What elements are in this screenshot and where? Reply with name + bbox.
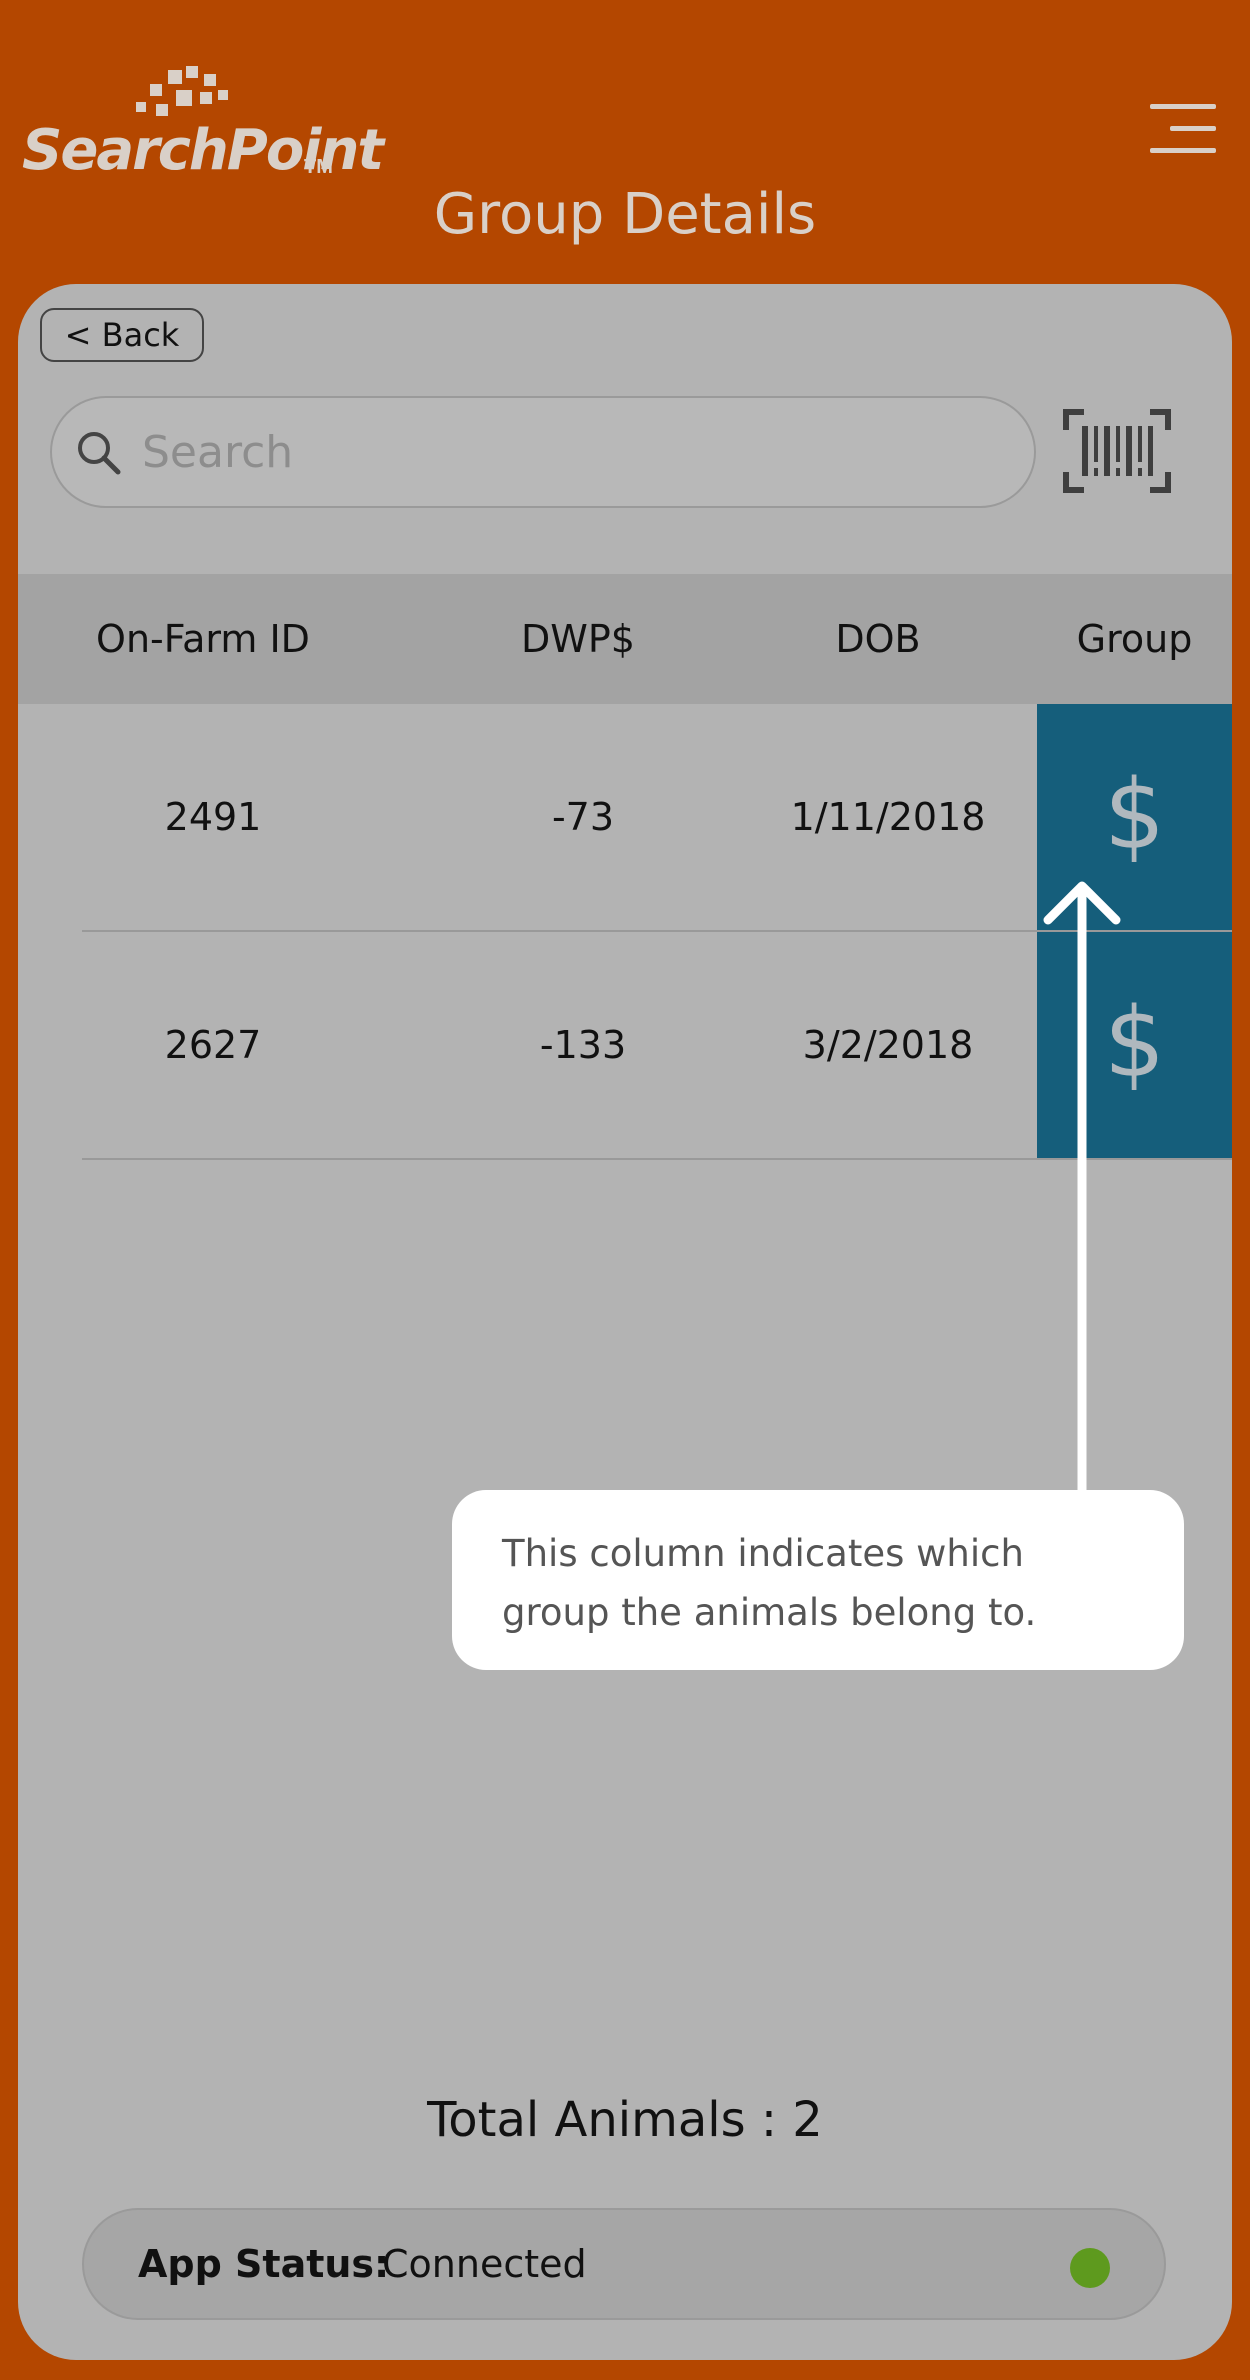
arrow-up-icon [1043,881,1121,1492]
cell-dob: 3/2/2018 [802,1023,974,1067]
back-button[interactable]: < Back [40,308,204,362]
cell-dob: 1/11/2018 [790,795,986,839]
column-header-group[interactable]: Group [1037,574,1232,704]
logo-trademark: TM [304,156,333,178]
total-animals: Total Animals : 2 [427,2092,823,2148]
coachmark-tooltip: This column indicates which group the an… [452,1490,1184,1670]
cell-on-farm-id: 2627 [164,1023,262,1067]
search-icon [78,432,121,475]
cell-dwp: -133 [539,1023,627,1067]
column-header-dwp[interactable]: DWP$ [418,574,738,704]
status-label: App Status: [138,2242,390,2286]
column-header-on-farm-id[interactable]: On-Farm ID [18,574,388,704]
cell-on-farm-id: 2491 [164,795,262,839]
menu-icon[interactable] [1150,104,1216,156]
searchpoint-logo: SearchPoint TM [18,60,384,190]
search-input[interactable] [142,416,1002,488]
search-bar[interactable] [50,396,1036,508]
page-title: Group Details [433,182,817,247]
status-dot-icon [1070,2248,1110,2288]
barcode-icon[interactable] [1062,408,1172,494]
column-header-dob[interactable]: DOB [718,574,1038,704]
table-header: On-Farm ID DWP$ DOB Group [18,574,1232,704]
cell-dwp: -73 [551,795,615,839]
status-value: Connected [382,2242,587,2286]
app-status-bar: App Status: Connected [82,2208,1166,2320]
